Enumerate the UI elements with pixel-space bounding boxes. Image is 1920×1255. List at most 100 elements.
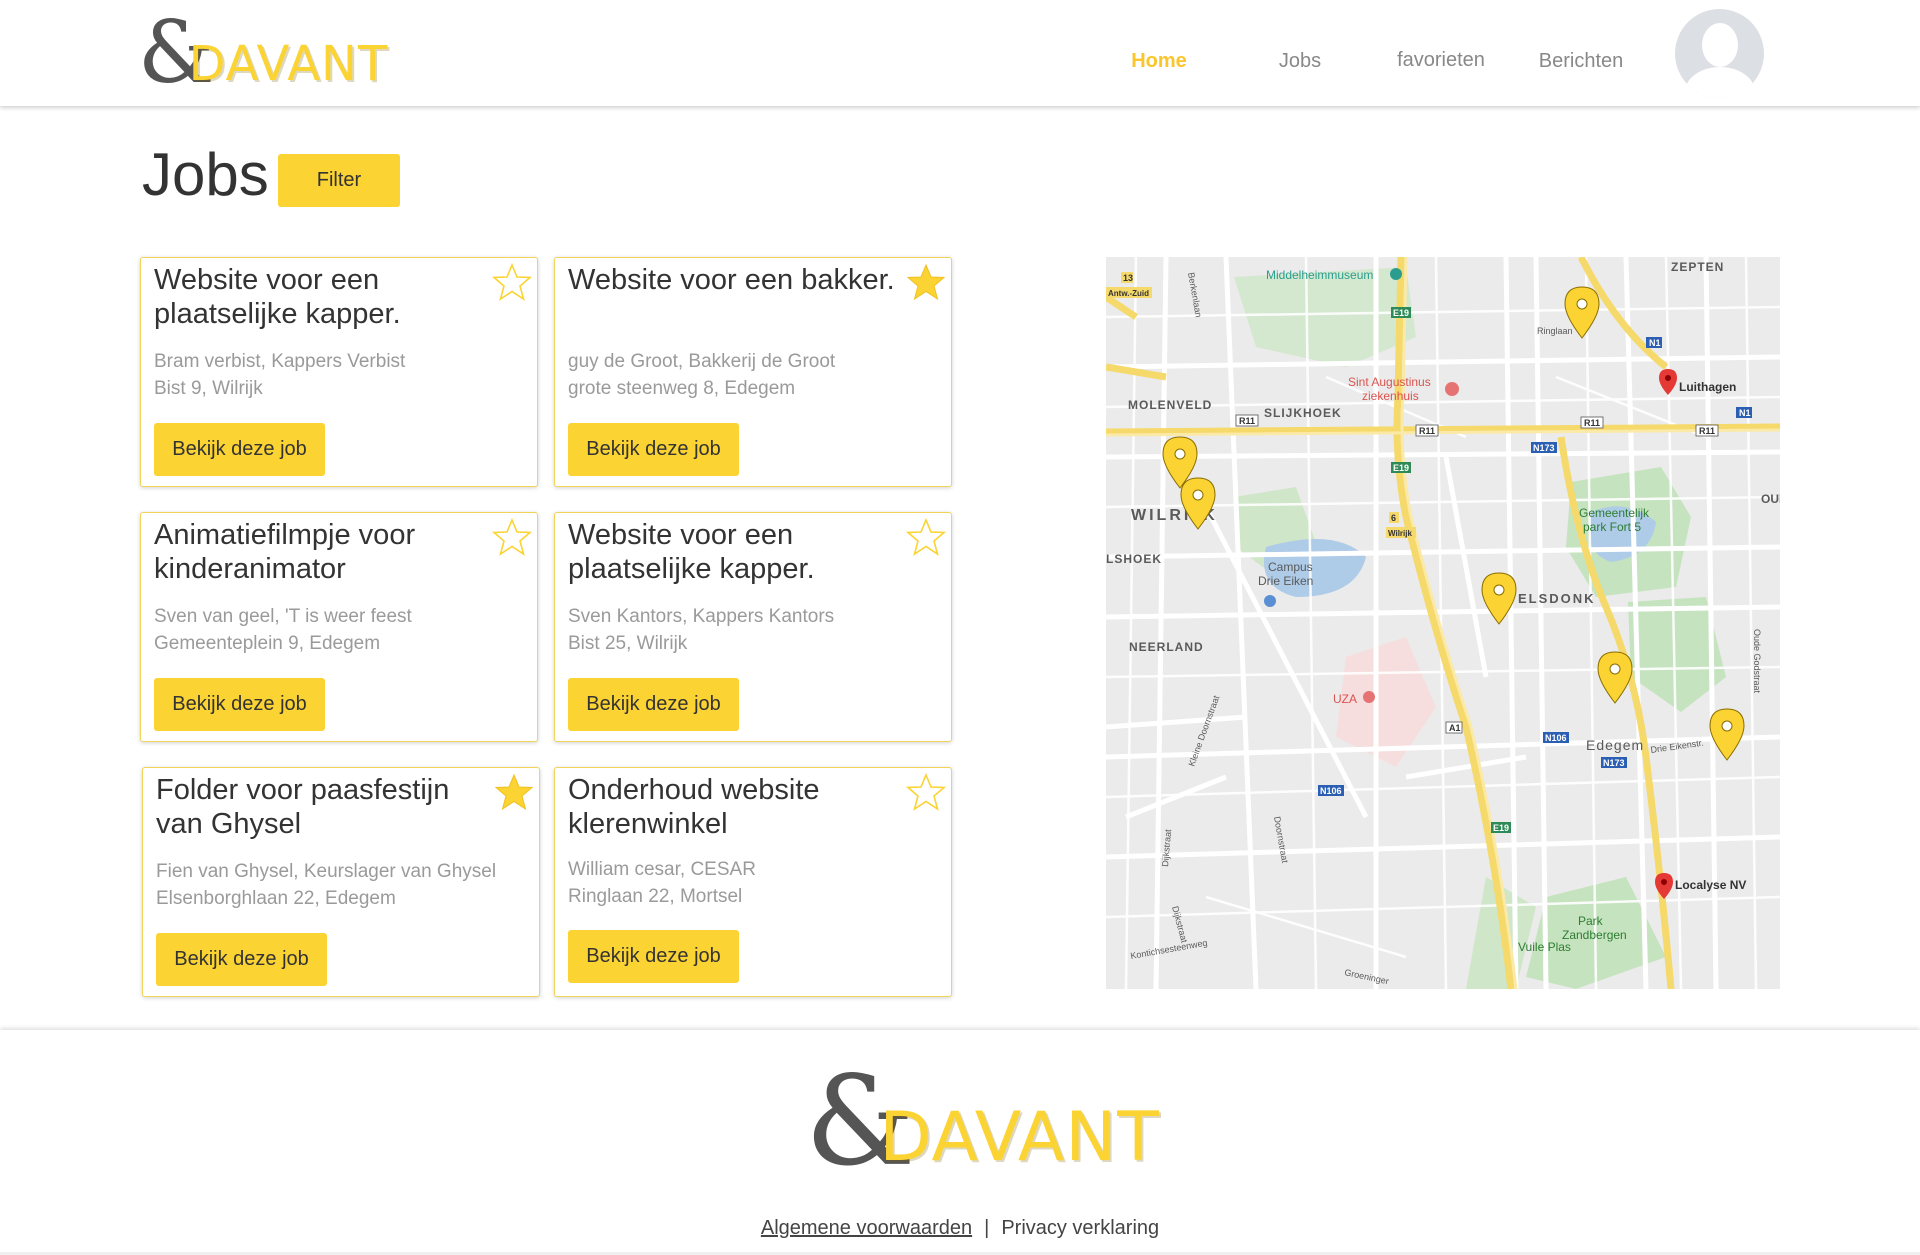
star-outline-icon[interactable]: [492, 517, 532, 557]
job-meta: Sven Kantors, Kappers Kantors Bist 25, W…: [568, 603, 834, 657]
svg-text:LSHOEK: LSHOEK: [1106, 552, 1162, 566]
job-address: Bist 9, Wilrijk: [154, 378, 263, 399]
svg-text:Park: Park: [1578, 914, 1604, 928]
job-address: Bist 25, Wilrijk: [568, 633, 688, 654]
svg-text:13: 13: [1123, 273, 1133, 283]
job-meta: William cesar, CESAR Ringlaan 22, Mortse…: [568, 856, 756, 910]
job-meta: Bram verbist, Kappers Verbist Bist 9, Wi…: [154, 348, 405, 402]
svg-text:N173: N173: [1533, 443, 1555, 453]
nav-berichten[interactable]: Berichten: [1539, 50, 1624, 73]
svg-text:R11: R11: [1699, 426, 1715, 436]
job-title: Folder voor paasfestijn van Ghysel: [156, 774, 450, 840]
job-card: Folder voor paasfestijn van Ghysel Fien …: [142, 767, 540, 997]
svg-text:Wilrijk: Wilrijk: [1388, 529, 1412, 538]
svg-text:ZEPTEN: ZEPTEN: [1671, 260, 1724, 274]
job-meta: Fien van Ghysel, Keurslager van Ghysel E…: [156, 858, 496, 912]
svg-text:SLIJKHOEK: SLIJKHOEK: [1264, 406, 1342, 420]
job-address: Elsenborghlaan 22, Edegem: [156, 888, 396, 909]
svg-text:N106: N106: [1320, 786, 1342, 796]
svg-text:N106: N106: [1545, 733, 1567, 743]
svg-text:E19: E19: [1493, 823, 1509, 833]
svg-text:Localyse NV: Localyse NV: [1675, 878, 1746, 892]
job-contact: Sven van geel, 'T is weer feest: [154, 606, 412, 627]
star-filled-icon[interactable]: [906, 262, 946, 302]
svg-text:Drie Eiken: Drie Eiken: [1258, 574, 1313, 588]
job-contact: Fien van Ghysel, Keurslager van Ghysel: [156, 861, 497, 882]
svg-text:Luithagen: Luithagen: [1679, 380, 1736, 394]
map-canvas[interactable]: R11 R11 R11 R11 E19 E19 E19 N1 N1 N173 N…: [1106, 257, 1780, 989]
job-meta: Sven van geel, 'T is weer feest Gemeente…: [154, 603, 412, 657]
job-contact: Bram verbist, Kappers Verbist: [154, 351, 406, 372]
svg-text:Gemeentelijk: Gemeentelijk: [1579, 506, 1650, 520]
job-card: Onderhoud website klerenwinkel William c…: [554, 767, 952, 997]
star-outline-icon[interactable]: [906, 517, 946, 557]
svg-text:Sint Augustinus: Sint Augustinus: [1348, 375, 1431, 389]
job-card: Animatiefilmpje voor kinderanimator Sven…: [140, 512, 538, 742]
svg-text:R11: R11: [1419, 426, 1435, 436]
star-outline-icon[interactable]: [906, 772, 946, 812]
svg-text:R11: R11: [1584, 418, 1600, 428]
svg-text:Middelheimmuseum: Middelheimmuseum: [1266, 268, 1373, 282]
job-title: Website voor een bakker.: [568, 264, 895, 296]
job-card: Website voor een bakker. guy de Groot, B…: [554, 257, 952, 487]
svg-text:Vuile Plas: Vuile Plas: [1518, 940, 1571, 954]
job-card: Website voor een plaatselijke kapper. Sv…: [554, 512, 952, 742]
job-title: Animatiefilmpje voor kinderanimator: [154, 519, 416, 585]
svg-text:UZA: UZA: [1333, 692, 1357, 706]
svg-text:Edegem: Edegem: [1586, 737, 1644, 753]
footer-logo[interactable]: & DAVANT: [805, 1060, 1160, 1184]
svg-text:N1: N1: [1739, 408, 1751, 418]
job-address: grote steenweg 8, Edegem: [568, 378, 796, 399]
filter-button[interactable]: Filter: [278, 154, 400, 207]
logo-wordmark: DAVANT: [879, 1098, 1160, 1177]
job-title: Website voor een plaatselijke kapper.: [568, 519, 815, 585]
view-job-button[interactable]: Bekijk deze job: [568, 678, 739, 731]
star-outline-icon[interactable]: [492, 262, 532, 302]
view-job-button[interactable]: Bekijk deze job: [568, 930, 739, 983]
svg-text:E19: E19: [1393, 308, 1409, 318]
svg-text:park Fort 5: park Fort 5: [1583, 520, 1641, 534]
svg-text:Campus: Campus: [1268, 560, 1313, 574]
view-job-button[interactable]: Bekijk deze job: [154, 678, 325, 731]
job-title: Onderhoud website klerenwinkel: [568, 774, 820, 840]
nav-favorieten[interactable]: favorieten: [1397, 49, 1485, 72]
top-navbar: & DAVANT Home Jobs favorieten Berichten: [0, 0, 1920, 106]
user-avatar-icon[interactable]: [1675, 9, 1764, 98]
job-address: Ringlaan 22, Mortsel: [568, 886, 743, 907]
footer-links: Algemene voorwaarden | Privacy verklaring: [0, 1217, 1920, 1240]
job-meta: guy de Groot, Bakkerij de Groot grote st…: [568, 348, 835, 402]
svg-text:ziekenhuis: ziekenhuis: [1362, 389, 1419, 403]
svg-text:E19: E19: [1393, 463, 1409, 473]
svg-text:N1: N1: [1649, 338, 1661, 348]
job-contact: William cesar, CESAR: [568, 859, 756, 880]
nav-jobs[interactable]: Jobs: [1279, 50, 1321, 73]
page-title: Jobs: [142, 141, 269, 208]
jobs-map[interactable]: R11 R11 R11 R11 E19 E19 E19 N1 N1 N173 N…: [1106, 257, 1780, 989]
star-filled-icon[interactable]: [494, 772, 534, 812]
job-title: Website voor een plaatselijke kapper.: [154, 264, 401, 330]
svg-text:6: 6: [1391, 513, 1396, 523]
terms-link[interactable]: Algemene voorwaarden: [761, 1217, 972, 1239]
view-job-button[interactable]: Bekijk deze job: [156, 933, 327, 986]
svg-text:A1: A1: [1449, 723, 1461, 733]
svg-text:Zandbergen: Zandbergen: [1562, 928, 1627, 942]
svg-text:MOLENVELD: MOLENVELD: [1128, 398, 1212, 412]
logo-wordmark: DAVANT: [188, 36, 389, 92]
svg-text:N173: N173: [1603, 758, 1625, 768]
view-job-button[interactable]: Bekijk deze job: [568, 423, 739, 476]
svg-text:Antw.-Zuid: Antw.-Zuid: [1108, 289, 1149, 298]
brand-logo[interactable]: & DAVANT: [138, 10, 388, 96]
job-card: Website voor een plaatselijke kapper. Br…: [140, 257, 538, 487]
svg-text:Ringlaan: Ringlaan: [1537, 326, 1573, 336]
privacy-link[interactable]: Privacy verklaring: [1001, 1217, 1159, 1239]
svg-text:ELSDONK: ELSDONK: [1518, 591, 1596, 606]
job-address: Gemeenteplein 9, Edegem: [154, 633, 381, 654]
footer: & DAVANT Algemene voorwaarden | Privacy ve…: [0, 1030, 1920, 1255]
job-contact: guy de Groot, Bakkerij de Groot: [568, 351, 836, 372]
job-contact: Sven Kantors, Kappers Kantors: [568, 606, 835, 627]
svg-text:OUD: OUD: [1761, 492, 1780, 506]
nav-home[interactable]: Home: [1131, 50, 1187, 73]
footer-separator: |: [984, 1217, 990, 1239]
view-job-button[interactable]: Bekijk deze job: [154, 423, 325, 476]
svg-text:NEERLAND: NEERLAND: [1129, 640, 1204, 654]
